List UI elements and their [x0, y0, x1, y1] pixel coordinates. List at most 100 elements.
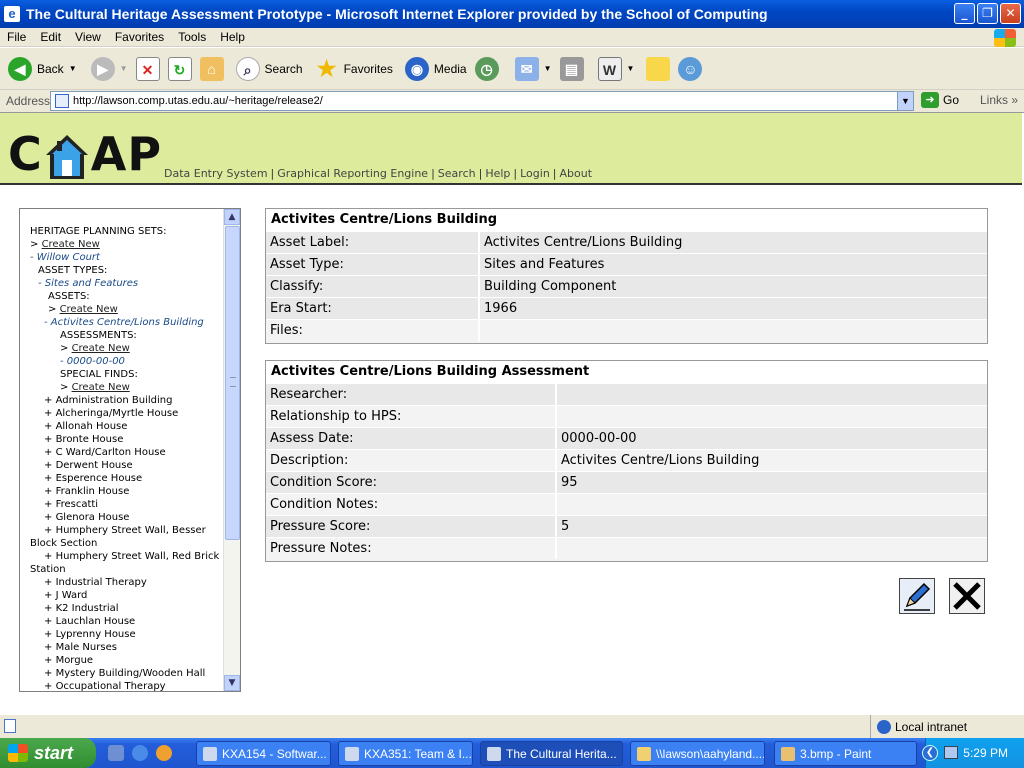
tree-asset-item[interactable]: + Lauchlan House	[30, 615, 225, 628]
ie-quicklaunch-icon[interactable]	[132, 745, 148, 761]
nav-login[interactable]: Login	[520, 167, 550, 180]
search-button[interactable]: ⌕ Search	[235, 56, 303, 81]
site-banner: C AP Data Entry System | Graphical Reporti…	[0, 113, 1022, 185]
tree-asset-item[interactable]: + Frescatti	[30, 498, 225, 511]
row-value: Building Component	[484, 279, 617, 294]
tree-assessment-item[interactable]: - 0000-00-00	[30, 355, 225, 368]
task-cultural-heritage[interactable]: The Cultural Herita...	[480, 741, 623, 766]
nav-data-entry[interactable]: Data Entry System	[164, 167, 268, 180]
asset-name: C Ward/Carlton House	[55, 447, 166, 458]
tree-asset-item[interactable]: + Humphery Street Wall, Besser	[30, 524, 225, 537]
menu-tools[interactable]: Tools	[171, 30, 213, 44]
mail-button[interactable]: ✉ ▼	[514, 56, 552, 81]
back-dropdown-icon[interactable]: ▼	[69, 64, 77, 73]
create-asset-link[interactable]: Create New	[60, 304, 118, 315]
tree-asset-item[interactable]: + Male Nurses	[30, 641, 225, 654]
tree-asset-item[interactable]: + Morgue	[30, 654, 225, 667]
tree-asset-item[interactable]: + Administration Building	[30, 394, 225, 407]
home-button[interactable]: ⌂	[199, 56, 224, 81]
edit-dropdown-icon[interactable]: ▼	[627, 64, 635, 73]
delete-assessment-button[interactable]	[949, 578, 985, 614]
tree-asset-item[interactable]: + Humphery Street Wall, Red Brick	[30, 550, 225, 563]
menu-file[interactable]: File	[0, 30, 33, 44]
row-value	[557, 406, 987, 427]
forward-dropdown-icon[interactable]: ▼	[120, 64, 128, 73]
tree-asset-item[interactable]: + Alcheringa/Myrtle House	[30, 407, 225, 420]
search-label: Search	[264, 61, 303, 76]
print-button[interactable]: ▤	[559, 56, 584, 81]
go-button[interactable]: ➜ Go	[921, 92, 959, 108]
tree-asset-item[interactable]: + Derwent House	[30, 459, 225, 472]
links-button[interactable]: Links »	[980, 93, 1018, 107]
asset-name: J Ward	[55, 590, 88, 601]
task-kxa351[interactable]: KXA351: Team & I...	[338, 741, 473, 766]
task-paint[interactable]: 3.bmp - Paint	[774, 741, 917, 766]
task-lawson-folder[interactable]: \\lawson\aahyland....	[630, 741, 765, 766]
edit-button[interactable]: W ▼	[597, 56, 635, 81]
scroll-up-icon[interactable]: ▲	[224, 209, 240, 225]
tree-asset-item[interactable]: + Allonah House	[30, 420, 225, 433]
tree-asset-item[interactable]: + K2 Industrial	[30, 602, 225, 615]
tree-asset-item[interactable]: + Occupational Therapy	[30, 680, 225, 691]
nav-help[interactable]: Help	[485, 167, 510, 180]
media-button[interactable]: ◉ Media	[404, 56, 467, 81]
asset-row: Asset Label: Activites Centre/Lions Build…	[266, 231, 987, 253]
mail-dropdown-icon[interactable]: ▼	[544, 64, 552, 73]
forward-button[interactable]: ▶ ▼	[90, 56, 128, 81]
network-icon[interactable]	[944, 746, 958, 759]
row-label: Description:	[266, 450, 557, 471]
restore-button[interactable]: ❐	[977, 3, 998, 24]
menu-favorites[interactable]: Favorites	[108, 30, 171, 44]
nav-about[interactable]: About	[560, 167, 593, 180]
heritage-tree-sidebar[interactable]: HERITAGE PLANNING SETS: > Create New - W…	[19, 208, 241, 692]
tree-asset-item-current[interactable]: - Activites Centre/Lions Building	[30, 316, 225, 329]
create-set-link[interactable]: Create New	[42, 239, 100, 250]
asset-details-panel: Activites Centre/Lions Building Asset La…	[265, 208, 988, 344]
close-window-button[interactable]: ✕	[1000, 3, 1021, 24]
sidebar-scrollbar[interactable]: ▲ ▼	[223, 209, 240, 691]
minimize-button[interactable]: _	[954, 3, 975, 24]
media-player-icon[interactable]	[156, 745, 172, 761]
tree-asset-item[interactable]: + C Ward/Carlton House	[30, 446, 225, 459]
row-label: Condition Notes:	[266, 494, 557, 515]
tray-expand-icon[interactable]: ❮	[922, 745, 938, 761]
tree-asset-item[interactable]: + Lyprenny House	[30, 628, 225, 641]
menu-edit[interactable]: Edit	[33, 30, 68, 44]
create-assessment-link[interactable]: Create New	[72, 343, 130, 354]
asset-name: Franklin House	[55, 486, 130, 497]
history-button[interactable]: ◷	[474, 56, 499, 81]
nav-search[interactable]: Search	[438, 167, 476, 180]
menu-view[interactable]: View	[68, 30, 108, 44]
tree-type-item[interactable]: - Sites and Features	[30, 277, 225, 290]
tree-set-item[interactable]: - Willow Court	[30, 251, 225, 264]
window-title-bar[interactable]: e The Cultural Heritage Assessment Proto…	[0, 0, 1024, 28]
address-dropdown-icon[interactable]: ▼	[897, 92, 913, 110]
row-value	[557, 538, 987, 559]
tree-asset-item[interactable]: + Franklin House	[30, 485, 225, 498]
refresh-button[interactable]: ↻	[167, 56, 192, 81]
messenger-button[interactable]: ☺	[678, 56, 703, 81]
tree-asset-item[interactable]: + Industrial Therapy	[30, 576, 225, 589]
address-input[interactable]: http://lawson.comp.utas.edu.au/~heritage…	[50, 91, 914, 111]
back-button[interactable]: ◀ Back ▼	[8, 56, 77, 81]
edit-assessment-button[interactable]	[899, 578, 935, 614]
assessment-details-panel: Activites Centre/Lions Building Assessme…	[265, 360, 988, 562]
tree-asset-item[interactable]: + J Ward	[30, 589, 225, 602]
show-desktop-icon[interactable]	[108, 745, 124, 761]
tree-asset-item[interactable]: + Bronte House	[30, 433, 225, 446]
pencil-icon	[904, 582, 931, 611]
start-button[interactable]: start	[0, 738, 96, 768]
task-kxa154[interactable]: KXA154 - Softwar...	[196, 741, 331, 766]
tree-heading: HERITAGE PLANNING SETS:	[30, 226, 167, 237]
tree-asset-item[interactable]: + Glenora House	[30, 511, 225, 524]
discuss-button[interactable]	[646, 56, 671, 81]
scroll-down-icon[interactable]: ▼	[224, 675, 240, 691]
stop-button[interactable]: ✕	[135, 56, 160, 81]
tree-asset-item[interactable]: + Mystery Building/Wooden Hall	[30, 667, 225, 680]
scroll-thumb[interactable]	[225, 226, 240, 540]
favorites-button[interactable]: ★ Favorites	[315, 56, 393, 81]
tree-asset-item[interactable]: + Esperence House	[30, 472, 225, 485]
create-find-link[interactable]: Create New	[72, 382, 130, 393]
nav-reporting[interactable]: Graphical Reporting Engine	[277, 167, 428, 180]
menu-help[interactable]: Help	[213, 30, 252, 44]
